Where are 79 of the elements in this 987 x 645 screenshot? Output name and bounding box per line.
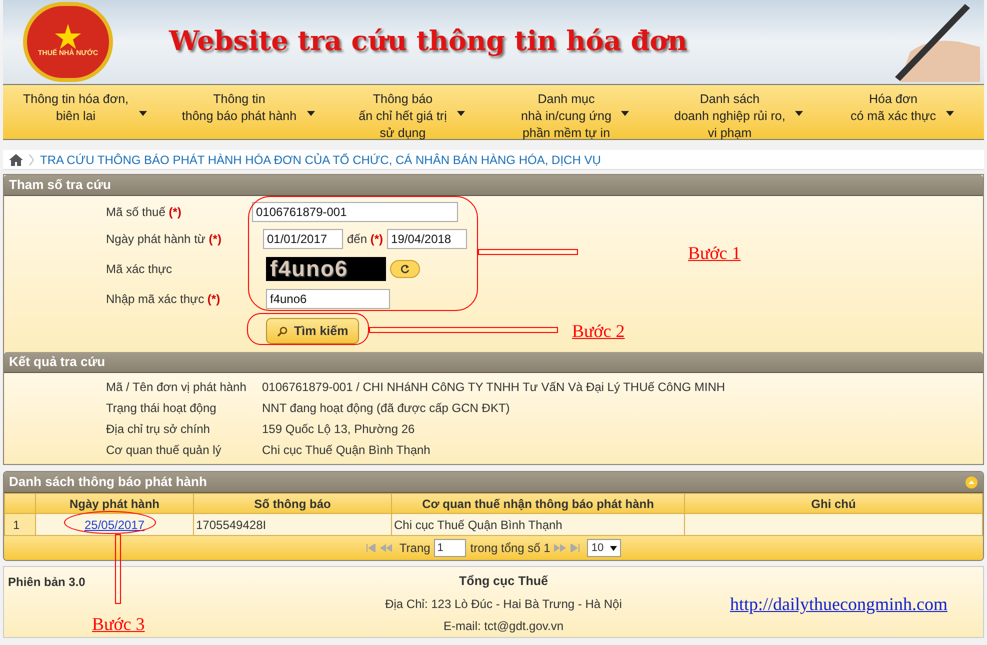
menu-item[interactable]: Hóa đơn có mã xác thực	[820, 85, 984, 139]
menu-label: phần mềm tự in	[522, 125, 610, 142]
menu-label: doanh nghiệp rủi ro,	[674, 108, 786, 125]
menu-label: thông báo phát hành	[182, 108, 297, 125]
caret-icon	[795, 111, 804, 116]
organization-name: Tổng cục Thuế	[459, 573, 548, 590]
refresh-icon	[400, 264, 410, 274]
result-label: Địa chỉ trụ sở chính	[106, 420, 211, 438]
pager-label: trong tổng số 1	[470, 540, 550, 557]
result-value: 0106761879-001 / CHI NHáNH CôNG TY TNHH Tư VấN Và Đại Lý THUế CôNG MINH	[262, 378, 726, 396]
section-title: Danh sách thông báo phát hành	[9, 473, 207, 492]
field-label: Mã xác thực	[106, 261, 174, 278]
search-icon	[277, 326, 288, 336]
chevron-icon	[29, 154, 34, 166]
last-page-icon[interactable]	[570, 544, 580, 552]
section-title: Tham số tra cứu	[9, 176, 111, 194]
result-value: NNT đang hoạt động (đã được cấp GCN ĐKT)	[262, 400, 510, 416]
page-size-select[interactable]: 10	[587, 539, 621, 557]
caret-icon	[138, 111, 146, 116]
page-input[interactable]: 1	[434, 539, 466, 557]
step-label: Bước 3	[92, 613, 145, 636]
website-link[interactable]: http://dailythuecongminh.com	[730, 591, 948, 618]
menu-label: Thông báo	[372, 91, 433, 108]
breadcrumb-title: TRA CỨU THÔNG BÁO PHÁT HÀNH HÓA ĐƠN CỦA TỔ CHỨC, CÁ NHÂN BÁN HÀNG HÓA, DỊCH VỤ	[40, 152, 601, 168]
column-header: Cơ quan thuế nhận thông báo phát hành	[392, 494, 684, 514]
menu-label: biên lai	[56, 108, 96, 125]
menu-item[interactable]: Thông tin thông báo phát hành	[166, 85, 330, 139]
column-header: Ghi chú	[684, 494, 982, 514]
menu-item[interactable]: Danh sách doanh nghiệp rủi ro, vi phạm	[657, 85, 820, 139]
menu-label: Danh mục	[538, 91, 595, 108]
menu-item[interactable]: Thông báo ấn chỉ hết giá trị sử dụng	[330, 85, 494, 139]
menu-label: Thông tin hóa đơn,	[23, 91, 128, 108]
row-number-cell: 1	[4, 514, 36, 536]
menu-label: Hóa đơn	[868, 91, 918, 108]
search-button[interactable]: Tìm kiếm	[266, 318, 360, 344]
tax-code-input[interactable]: 0106761879-001	[252, 202, 458, 222]
version-text: Phiên bản 3.0	[8, 574, 86, 591]
first-page-icon[interactable]	[366, 544, 376, 552]
caret-icon	[456, 111, 465, 116]
result-label: Mã / Tên đơn vị phát hành	[106, 378, 248, 396]
menu-item[interactable]: Danh mục nhà in/cung ứng phần mềm tự in	[494, 85, 657, 139]
captcha-input[interactable]: f4uno6	[266, 289, 390, 309]
menu-label: vi phạm	[708, 125, 752, 142]
address-text: Địa Chỉ: 123 Lò Đúc - Hai Bà Trưng - Hà Nội	[385, 596, 622, 613]
date-to-input[interactable]: 19/04/2018	[387, 229, 468, 249]
date-from-input[interactable]: 01/01/2017	[263, 229, 343, 249]
section-title: Kết quả tra cứu	[9, 353, 106, 372]
site-title: Website tra cứu thông tin hóa đơn	[169, 24, 688, 59]
menu-label: Danh sách	[700, 91, 760, 108]
menu-label: ấn chỉ hết giá trị	[358, 108, 447, 125]
pager-label: Trang	[399, 540, 430, 557]
menu-label: Thông tin	[213, 91, 266, 108]
home-icon[interactable]	[9, 154, 23, 166]
menu-label: có mã xác thực	[850, 108, 936, 125]
result-value: 159 Quốc Lộ 13, Phường 26	[262, 420, 415, 438]
menu-label: sử dụng	[380, 125, 426, 142]
field-label: Mã số thuế (*)	[106, 204, 182, 221]
caret-icon	[306, 111, 315, 116]
menu-label: nhà in/cung ứng	[521, 108, 612, 125]
result-label: Trạng thái hoạt động	[106, 400, 218, 416]
caret-icon	[610, 546, 617, 550]
collapse-icon[interactable]	[965, 476, 978, 488]
caret-icon	[621, 111, 630, 116]
previous-page-icon[interactable]	[380, 544, 392, 552]
next-page-icon[interactable]	[554, 544, 566, 552]
result-label: Cơ quan thuế quản lý	[106, 442, 222, 458]
email-text: E-mail: tct@gdt.gov.vn	[444, 618, 564, 635]
caret-icon	[946, 111, 954, 116]
step-label: Bước 2	[572, 320, 625, 343]
field-label: Ngày phát hành từ (*)	[106, 231, 222, 248]
captcha-image: f4uno6	[266, 257, 386, 281]
refresh-button[interactable]	[390, 260, 420, 278]
step-label: Bước 1	[688, 242, 741, 265]
menu-item[interactable]: Thông tin hóa đơn, biên lai	[3, 85, 166, 139]
result-value: Chi cục Thuế Quận Bình Thạnh	[262, 442, 430, 458]
column-header: Số thông báo	[194, 494, 392, 514]
field-label: đến (*)	[347, 231, 384, 248]
star-icon	[55, 24, 81, 50]
field-label: Nhập mã xác thực (*)	[106, 291, 222, 308]
